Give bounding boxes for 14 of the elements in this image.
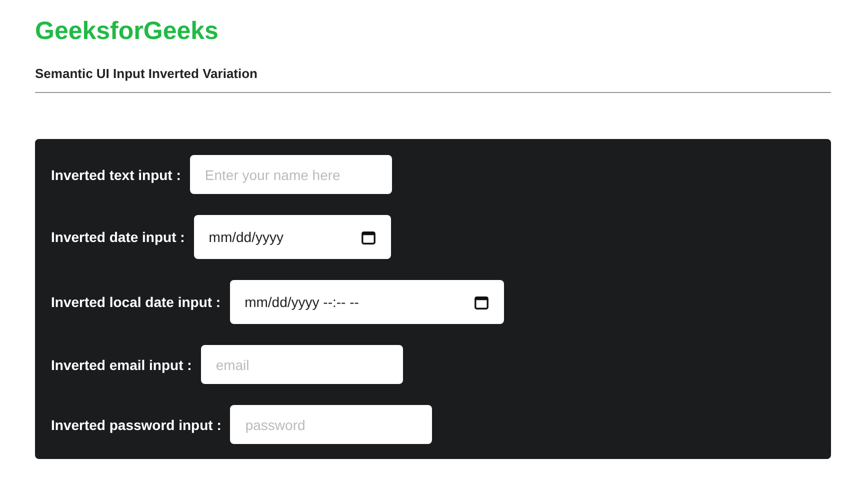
- field-label: Inverted local date input :: [51, 294, 221, 310]
- field-label: Inverted date input :: [51, 229, 185, 245]
- password-field[interactable]: password: [230, 405, 432, 444]
- field-label: Inverted text input :: [51, 166, 181, 182]
- datetime-field[interactable]: mm/dd/yyyy --:-- --: [230, 280, 504, 324]
- email-field[interactable]: email: [200, 345, 403, 384]
- page-subtitle: Semantic UI Input Inverted Variation: [35, 66, 258, 81]
- date-field[interactable]: mm/dd/yyyy: [194, 215, 391, 259]
- calendar-icon[interactable]: [360, 230, 376, 244]
- calendar-icon[interactable]: [474, 294, 489, 310]
- name-field[interactable]: Enter your name here: [190, 155, 392, 194]
- field-label: Inverted password input :: [51, 416, 222, 432]
- site-title: GeeksforGeeks: [35, 16, 220, 47]
- field-label: Inverted email input :: [51, 356, 192, 372]
